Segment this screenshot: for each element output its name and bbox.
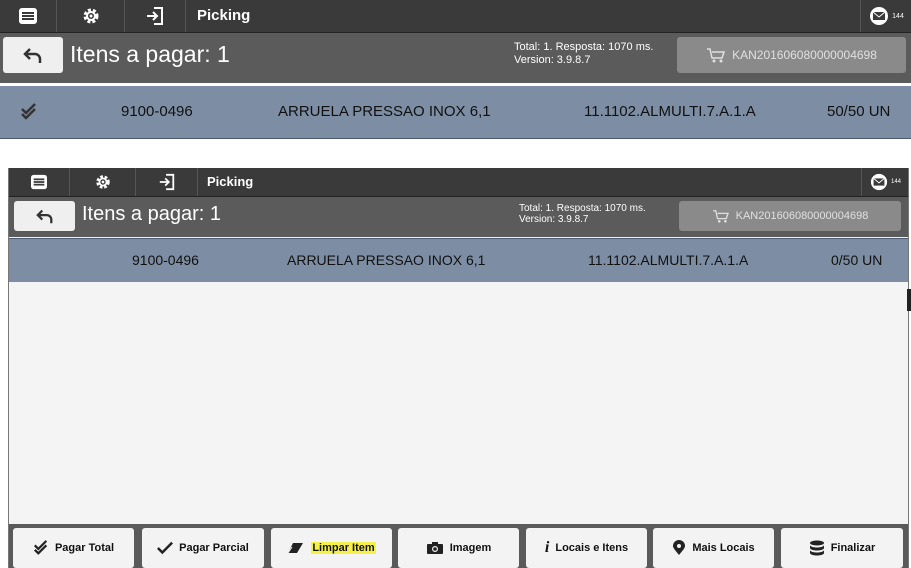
settings-button[interactable] (70, 168, 136, 196)
status-info: Total: 1. Resposta: 1070 ms. Version: 3.… (519, 203, 646, 225)
sign-in-icon (147, 7, 163, 25)
map-pin-icon (673, 540, 686, 555)
item-code: 9100-0496 (132, 252, 199, 268)
more-locations-button[interactable]: Mais Locais (653, 528, 774, 568)
pay-total-button[interactable]: Pagar Total (13, 528, 134, 568)
item-row[interactable]: 9100-0496 ARRUELA PRESSAO INOX 6,1 11.11… (0, 86, 911, 139)
settings-button[interactable] (57, 0, 125, 32)
pay-partial-button[interactable]: Pagar Parcial (142, 528, 264, 568)
item-row[interactable]: 9100-0496 ARRUELA PRESSAO INOX 6,1 11.11… (9, 238, 908, 283)
item-quantity: 50/50 UN (827, 103, 891, 120)
kanban-button[interactable]: KAN201606080000004698 (679, 201, 901, 231)
top-bar: Picking 144 (0, 0, 911, 33)
item-code: 9100-0496 (121, 103, 193, 120)
kanban-button[interactable]: KAN201606080000004698 (677, 37, 906, 73)
page-title: Picking (197, 7, 251, 24)
list-icon (31, 174, 47, 190)
pay-partial-label: Pagar Parcial (179, 542, 249, 554)
status-info: Total: 1. Resposta: 1070 ms. Version: 3.… (514, 41, 653, 67)
items-count-title: Itens a pagar: 1 (70, 41, 230, 67)
item-description: ARRUELA PRESSAO INOX 6,1 (278, 103, 491, 120)
logout-button[interactable] (136, 168, 198, 196)
mail-count: 144 (890, 179, 901, 185)
mail-count: 144 (892, 12, 904, 20)
action-bar: Pagar Total Pagar Parcial Limpar Item Im… (9, 524, 908, 568)
info-icon: i (544, 539, 550, 556)
menu-button[interactable] (9, 168, 70, 196)
notifications-button[interactable]: 144 (860, 0, 911, 32)
finish-label: Finalizar (830, 542, 876, 554)
item-location: 11.1102.ALMULTI.7.A.1.A (588, 252, 749, 268)
logout-button[interactable] (125, 0, 186, 32)
items-header: Itens a pagar: 1 Total: 1. Resposta: 107… (0, 33, 911, 83)
finish-button[interactable]: Finalizar (781, 528, 903, 568)
version-text: Version: 3.9.8.7 (519, 214, 589, 225)
item-quantity: 0/50 UN (831, 252, 883, 268)
gear-icon (83, 8, 98, 24)
back-button[interactable] (3, 37, 63, 73)
sign-in-icon (159, 173, 174, 191)
check-icon (157, 541, 174, 555)
double-check-icon (21, 103, 36, 120)
camera-icon (426, 542, 443, 554)
clear-item-label: Limpar Item (311, 542, 376, 554)
kanban-code: KAN201606080000004698 (735, 210, 869, 222)
total-response-text: Total: 1. Resposta: 1070 ms. (519, 203, 646, 214)
clear-item-button[interactable]: Limpar Item (271, 528, 392, 568)
kanban-code: KAN201606080000004698 (732, 48, 877, 62)
top-bar: Picking 144 (9, 168, 908, 197)
back-button[interactable] (14, 201, 75, 231)
cart-icon (707, 48, 726, 63)
undo-arrow-icon (35, 209, 52, 224)
page-title: Picking (207, 174, 254, 189)
locations-items-label: Locais e Itens (555, 542, 629, 554)
notifications-button[interactable]: 144 (861, 168, 908, 196)
cart-icon (712, 210, 729, 223)
database-icon (809, 540, 824, 556)
image-label: Imagem (449, 542, 492, 554)
items-header: Itens a pagar: 1 Total: 1. Resposta: 107… (9, 197, 908, 237)
locations-items-button[interactable]: i Locais e Itens (526, 528, 647, 568)
double-check-icon (33, 540, 48, 555)
items-count-title: Itens a pagar: 1 (82, 203, 221, 225)
mail-icon (870, 173, 888, 191)
scrollbar-handle[interactable] (907, 289, 911, 311)
eraser-icon (287, 543, 304, 554)
pay-total-label: Pagar Total (54, 542, 115, 554)
mail-icon (870, 7, 889, 25)
total-response-text: Total: 1. Resposta: 1070 ms. (514, 41, 654, 53)
version-text: Version: 3.9.8.7 (514, 54, 591, 66)
more-locations-label: Mais Locais (692, 542, 755, 554)
empty-list-area (9, 282, 908, 526)
gear-icon (95, 175, 110, 189)
item-location: 11.1102.ALMULTI.7.A.1.A (584, 103, 756, 120)
list-icon (19, 8, 37, 24)
image-button[interactable]: Imagem (398, 528, 519, 568)
undo-arrow-icon (23, 48, 42, 63)
item-description: ARRUELA PRESSAO INOX 6,1 (287, 252, 486, 268)
menu-button[interactable] (0, 0, 57, 32)
picking-screen-after: Picking 144 Itens a pagar: 1 Total: 1. R… (8, 168, 909, 568)
picking-screen-before: Picking 144 Itens a pagar: 1 Total: 1. R… (0, 0, 911, 140)
